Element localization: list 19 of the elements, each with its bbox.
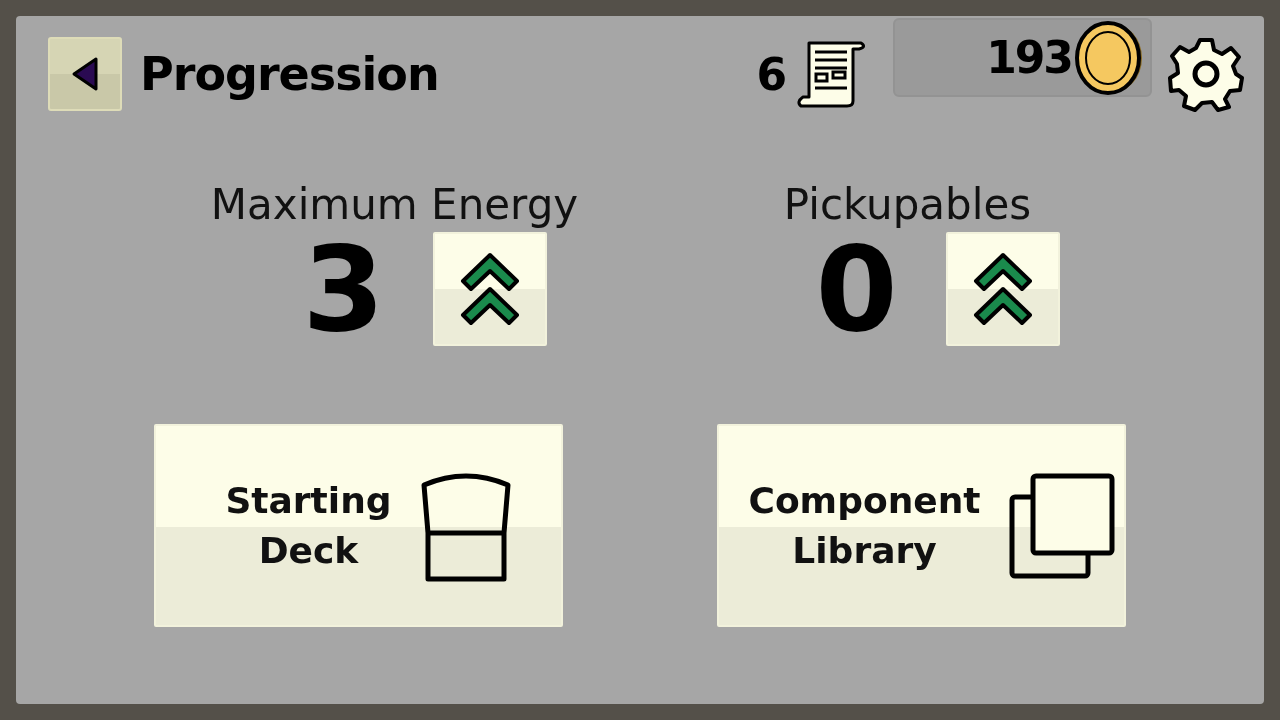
upgrade-button[interactable] (432, 232, 547, 347)
stat-value: 0 (815, 230, 898, 349)
page-title: Progression (140, 47, 439, 101)
double-chevron-up-icon (458, 251, 521, 328)
stat-label: Pickupables (783, 180, 1032, 231)
double-chevron-up-icon (971, 251, 1034, 328)
stacked-squares-icon (1008, 472, 1115, 579)
coin-icon (1074, 19, 1144, 96)
scroll-count: 6 (756, 48, 785, 100)
stat-label: Maximum Energy (210, 180, 579, 231)
scroll-icon (795, 39, 867, 109)
upgrade-button[interactable] (945, 232, 1060, 347)
coin-count: 193 (986, 32, 1072, 83)
back-triangle-icon (70, 56, 100, 92)
settings-icon[interactable] (1168, 36, 1244, 112)
menu-button[interactable]: Starting Deck (154, 424, 563, 628)
menu-button[interactable]: Component Library (717, 424, 1126, 628)
stat-value: 3 (302, 230, 385, 349)
back-button[interactable] (48, 37, 122, 111)
